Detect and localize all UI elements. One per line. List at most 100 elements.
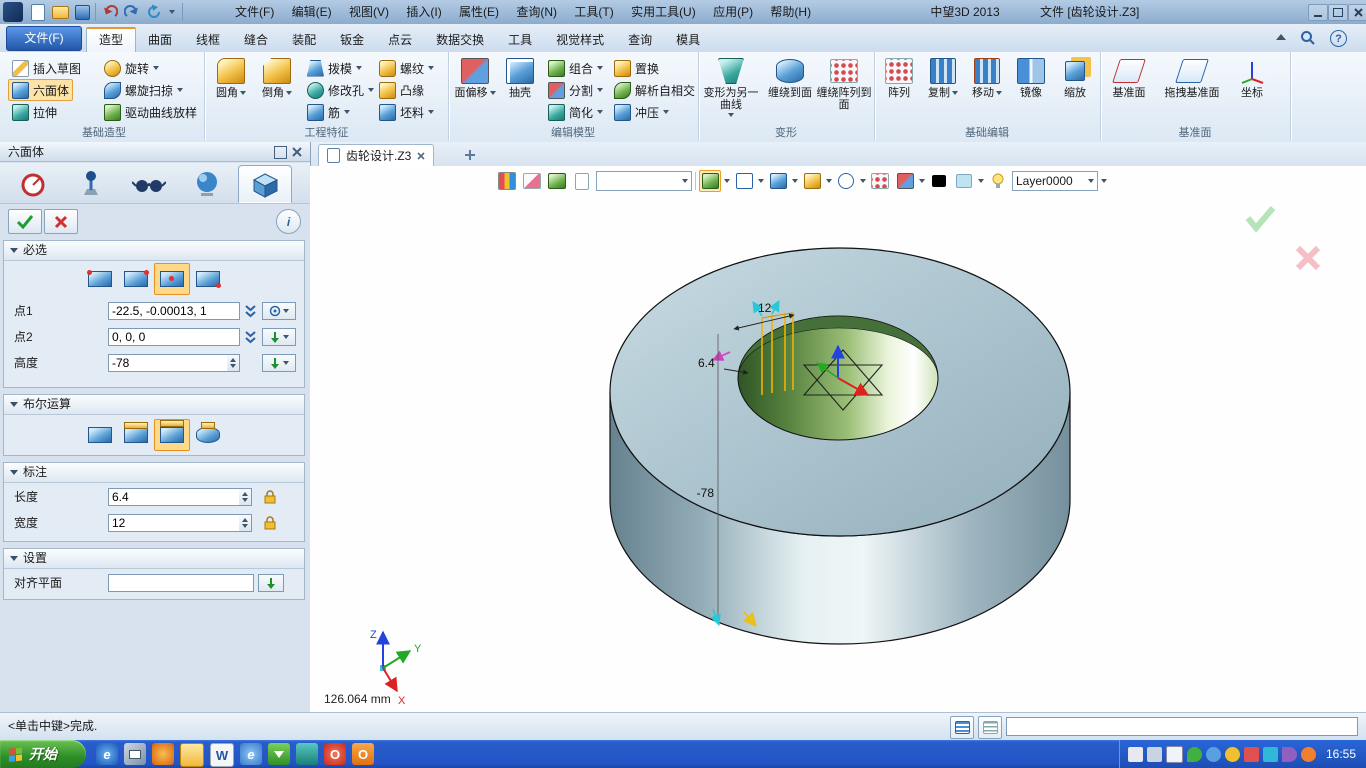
tab-dataexchange[interactable]: 数据交换 <box>424 28 496 53</box>
download-manager-icon[interactable] <box>268 743 290 765</box>
draft-button[interactable]: 拨模 <box>303 57 366 79</box>
move-button[interactable]: 移动 <box>966 55 1008 123</box>
notes-icon[interactable] <box>296 743 318 765</box>
menu-help[interactable]: 帮助(H) <box>763 0 818 24</box>
wrap-pattern-to-face-button[interactable]: 缠绕阵列到面 <box>816 55 872 123</box>
length-spinner[interactable] <box>239 488 252 506</box>
length-lock-icon[interactable] <box>262 489 278 507</box>
corner-mode-4-icon[interactable] <box>190 263 226 295</box>
morph-to-curve-button[interactable]: 变形为另一曲线 <box>700 55 762 123</box>
tray-messenger-icon[interactable] <box>1206 747 1221 762</box>
tab-wireframe[interactable]: 线框 <box>184 28 232 53</box>
boolean-add-icon[interactable] <box>118 419 154 451</box>
tab-sheetmetal[interactable]: 钣金 <box>328 28 376 53</box>
rib-button[interactable]: 筋 <box>303 101 354 123</box>
document-tab[interactable]: 齿轮设计.Z3 <box>318 144 434 166</box>
search-icon[interactable] <box>1300 30 1316 49</box>
point2-input[interactable] <box>108 328 240 346</box>
menu-utilities[interactable]: 实用工具(U) <box>624 0 703 24</box>
info-button[interactable] <box>276 209 301 234</box>
width-spinner[interactable] <box>239 514 252 532</box>
tab-surface[interactable]: 曲面 <box>136 28 184 53</box>
close-button[interactable] <box>1348 4 1366 21</box>
menu-insert[interactable]: 插入(I) <box>399 0 448 24</box>
tab-shape[interactable]: 造型 <box>86 27 136 54</box>
cancel-button[interactable] <box>44 209 78 234</box>
menu-view[interactable]: 视图(V) <box>342 0 396 24</box>
redo-icon[interactable] <box>122 2 142 22</box>
point1-input[interactable] <box>108 302 240 320</box>
template-box-icon[interactable] <box>238 165 292 203</box>
thread-button[interactable]: 螺纹 <box>375 57 438 79</box>
panel-close-icon[interactable] <box>292 147 302 157</box>
tray-keyboard-icon[interactable] <box>1147 747 1162 762</box>
height-spinner[interactable] <box>227 354 240 372</box>
tray-volume-icon[interactable] <box>1282 747 1297 762</box>
opera-icon[interactable] <box>324 743 346 765</box>
width-input[interactable] <box>108 514 240 532</box>
panel-float-icon[interactable] <box>274 146 287 159</box>
tab-visualstyle[interactable]: 视觉样式 <box>544 28 616 53</box>
office-icon[interactable] <box>352 743 374 765</box>
template-gauge-icon[interactable] <box>6 165 60 203</box>
regen-icon[interactable] <box>144 2 164 22</box>
new-document-tab-button[interactable] <box>462 147 478 163</box>
boolean-base-icon[interactable] <box>82 419 118 451</box>
insert-sketch-button[interactable]: 插入草图 <box>8 57 85 79</box>
corner-mode-3-icon[interactable] <box>154 263 190 295</box>
tray-pen-icon[interactable] <box>1128 747 1143 762</box>
mirror-button[interactable]: 镜像 <box>1010 55 1052 123</box>
menu-applications[interactable]: 应用(P) <box>706 0 760 24</box>
open-file-icon[interactable] <box>50 2 70 22</box>
scale-button[interactable]: 缩放 <box>1054 55 1096 123</box>
collapse-ribbon-icon[interactable] <box>1276 34 1286 40</box>
undo-icon[interactable] <box>100 2 120 22</box>
menu-file[interactable]: 文件(F) <box>228 0 281 24</box>
menu-edit[interactable]: 编辑(E) <box>285 0 339 24</box>
tray-security-icon[interactable] <box>1244 747 1259 762</box>
list-view-icon[interactable] <box>978 716 1002 739</box>
shell-button[interactable]: 抽壳 <box>500 55 540 123</box>
corner-mode-2-icon[interactable] <box>118 263 154 295</box>
expand-point1-icon[interactable] <box>244 304 257 322</box>
tray-update-icon[interactable] <box>1225 747 1240 762</box>
resolve-selfintersection-button[interactable]: 解析自相交 <box>610 79 699 101</box>
copy-button[interactable]: 复制 <box>922 55 964 123</box>
status-input[interactable] <box>1006 717 1358 736</box>
pattern-button[interactable]: 阵列 <box>878 55 920 123</box>
point1-options-dropdown[interactable] <box>262 302 296 320</box>
model-canvas[interactable]: 12 6.4 -78 Z Y X <box>310 166 1366 712</box>
document-tab-close-icon[interactable] <box>417 152 425 160</box>
start-button[interactable]: 开始 <box>0 740 86 768</box>
tab-tools[interactable]: 工具 <box>496 28 544 53</box>
datum-plane-button[interactable]: 基准面 <box>1104 55 1154 123</box>
tab-pointcloud[interactable]: 点云 <box>376 28 424 53</box>
tray-antivirus-icon[interactable] <box>1187 747 1202 762</box>
tab-assembly[interactable]: 装配 <box>280 28 328 53</box>
boolean-remove-icon[interactable] <box>154 419 190 451</box>
show-desktop-icon[interactable] <box>124 743 146 765</box>
align-plane-input[interactable] <box>108 574 254 592</box>
internet-explorer-icon[interactable] <box>96 743 118 765</box>
media-player-icon[interactable] <box>152 743 174 765</box>
height-input[interactable] <box>108 354 228 372</box>
flange-button[interactable]: 凸缘 <box>375 79 428 101</box>
punch-button[interactable]: 冲压 <box>610 101 673 123</box>
divide-button[interactable]: 分割 <box>544 79 607 101</box>
face-offset-button[interactable]: 面偏移 <box>452 55 498 123</box>
driven-curve-loft-button[interactable]: 驱动曲线放样 <box>100 101 201 123</box>
modify-hole-button[interactable]: 修改孔 <box>303 79 378 101</box>
fillet-button[interactable]: 圆角 <box>209 55 253 123</box>
qat-menu-caret-icon[interactable] <box>166 2 178 22</box>
file-menu-button[interactable]: 文件(F) <box>6 26 82 51</box>
tab-mold[interactable]: 模具 <box>664 28 712 53</box>
menu-tools[interactable]: 工具(T) <box>567 0 620 24</box>
csys-button[interactable]: 坐标 <box>1230 55 1274 123</box>
replace-button[interactable]: 置换 <box>610 57 663 79</box>
tray-input-method-icon[interactable] <box>1166 746 1183 763</box>
simplify-button[interactable]: 简化 <box>544 101 607 123</box>
maximize-button[interactable] <box>1328 4 1348 21</box>
help-icon[interactable] <box>1330 30 1347 47</box>
taskbar-clock[interactable]: 16:55 <box>1326 747 1356 761</box>
word-icon[interactable] <box>210 743 234 767</box>
